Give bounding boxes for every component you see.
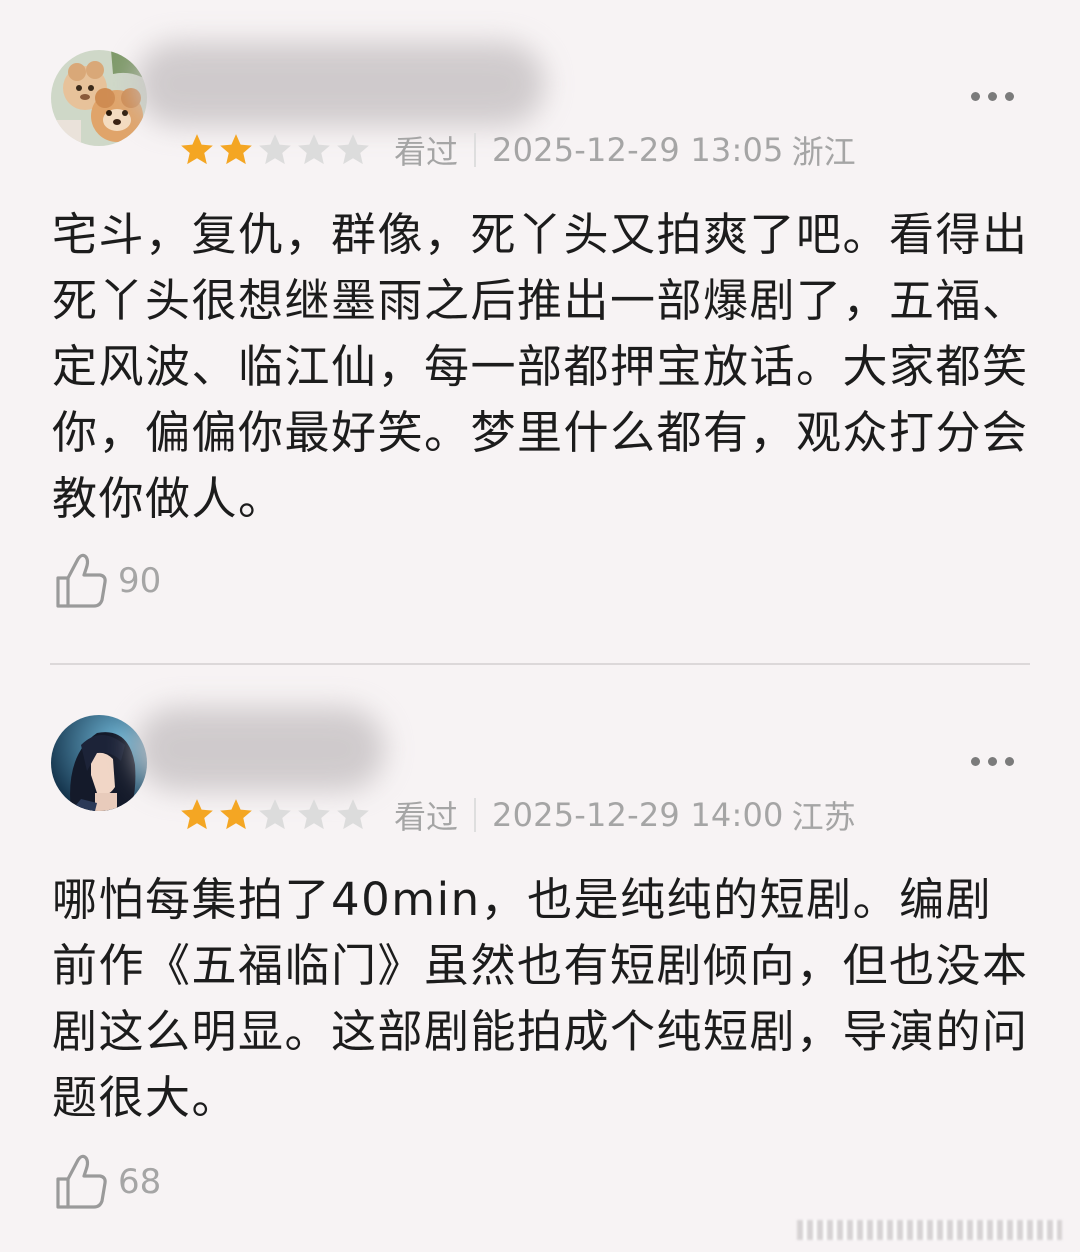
meta-separator — [474, 133, 477, 167]
watermark — [797, 1220, 1062, 1240]
star-icon — [298, 799, 330, 830]
star-icon — [298, 134, 330, 165]
review-meta: 看过 2025-12-29 14:00 江苏 — [178, 793, 856, 837]
star-icon — [181, 799, 213, 830]
star-icon — [259, 799, 291, 830]
star-icon — [220, 799, 252, 830]
like-button[interactable]: 68 — [50, 1152, 161, 1212]
avatar[interactable] — [51, 715, 147, 811]
star-rating — [178, 131, 372, 169]
watch-status: 看过 — [394, 133, 459, 171]
review-datetime: 2025-12-29 14:00 — [492, 796, 784, 834]
review-text: 哪怕每集拍了40min，也是纯纯的短剧。编剧前作《五福临门》虽然也有短剧倾向，但… — [52, 873, 1029, 1124]
review-card: 看过 2025-12-29 13:05 浙江 宅斗，复仇，群像，死丫头又拍爽了吧… — [0, 0, 1080, 665]
star-icon — [337, 134, 369, 165]
thumbs-up-icon — [56, 553, 107, 608]
watch-status: 看过 — [394, 798, 459, 836]
star-icon — [337, 799, 369, 830]
meta-separator — [474, 798, 477, 832]
star-icon — [220, 134, 252, 165]
review-text: 宅斗，复仇，群像，死丫头又拍爽了吧。看得出死丫头很想继墨雨之后推出一部爆剧了，五… — [52, 208, 1029, 525]
star-icon — [181, 134, 213, 165]
more-options-icon[interactable] — [971, 92, 1014, 101]
review-location: 浙江 — [791, 133, 856, 171]
username-blurred — [135, 707, 385, 791]
like-button[interactable]: 90 — [50, 551, 161, 611]
thumbs-up-icon — [56, 1154, 107, 1209]
review-datetime: 2025-12-29 13:05 — [492, 131, 784, 169]
avatar[interactable] — [51, 50, 147, 146]
like-count: 90 — [118, 561, 162, 601]
like-count: 68 — [118, 1162, 162, 1202]
review-location: 江苏 — [791, 798, 856, 836]
review-meta: 看过 2025-12-29 13:05 浙江 — [178, 128, 856, 172]
more-options-icon[interactable] — [971, 757, 1014, 766]
review-card: 看过 2025-12-29 14:00 江苏 哪怕每集拍了40min，也是纯纯的… — [0, 665, 1080, 1252]
star-icon — [259, 134, 291, 165]
star-rating — [178, 796, 372, 834]
username-blurred — [135, 42, 545, 126]
